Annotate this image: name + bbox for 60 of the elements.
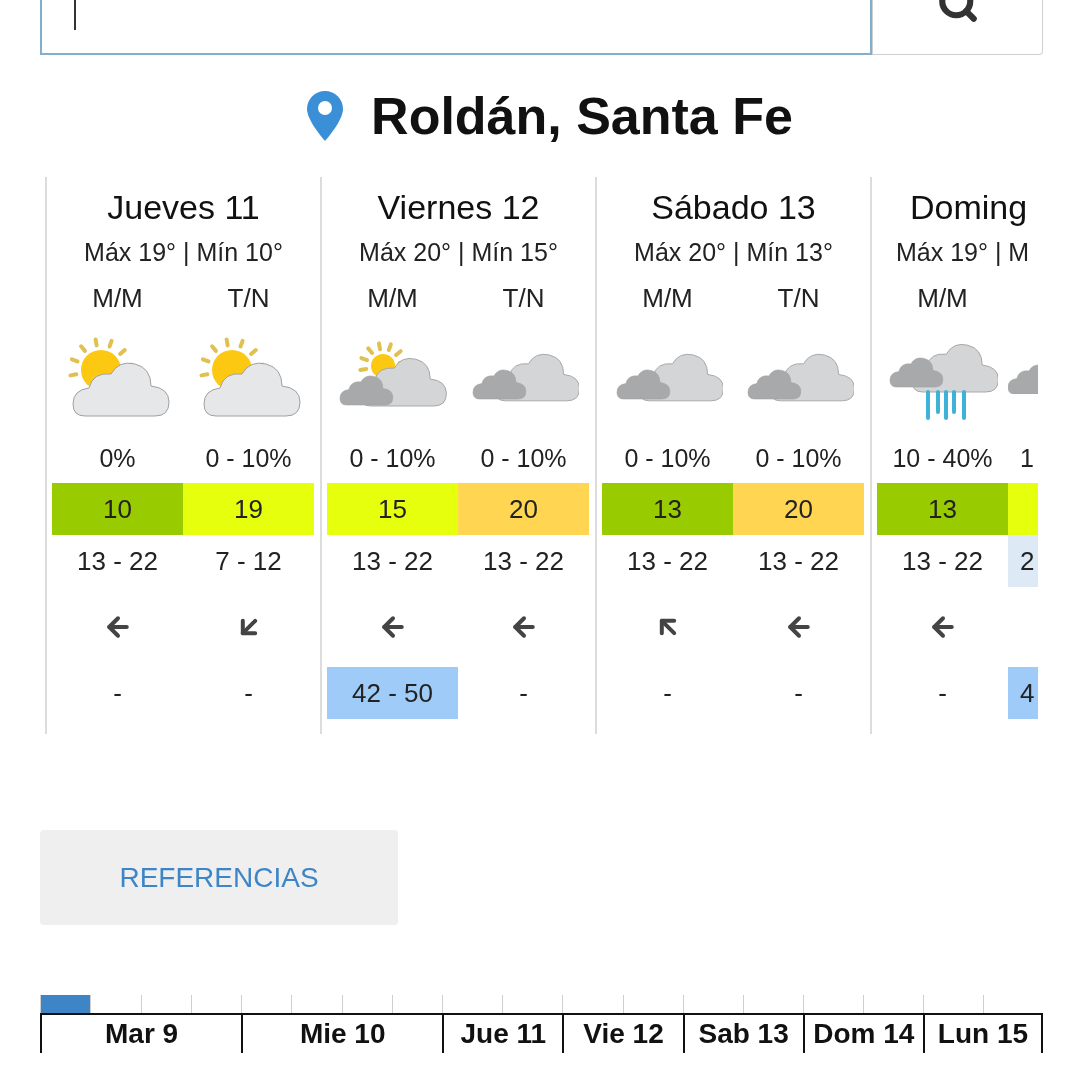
day-title: Viernes 12 (377, 187, 540, 228)
wind-speed-cell: 2 (1008, 535, 1038, 587)
period-label: M/M (642, 281, 693, 315)
timeline-day-label[interactable]: Mie 10 (299, 1013, 386, 1055)
gust-cell-text: - (243, 676, 254, 710)
timeline-position (41, 995, 91, 1013)
cloud-icon (1008, 364, 1038, 394)
period-label: T/N (777, 281, 820, 315)
location-pin-icon (307, 91, 344, 141)
wind-speed-cell-text: 7 - 12 (214, 544, 283, 578)
timeline-day-label[interactable]: Jue 11 (460, 1013, 547, 1055)
index-cell: 15 (327, 483, 458, 535)
timeline-day-label[interactable]: Lun 15 (937, 1013, 1029, 1055)
gust-cell-text: - (937, 676, 948, 710)
gust-cell: 4 (1008, 667, 1038, 719)
index-cell: 13 (602, 483, 733, 535)
index-cell: 20 (458, 483, 589, 535)
precipitation-text: 0 - 10% (624, 443, 711, 475)
wind-speed-cell-text: 13 - 22 (626, 544, 709, 578)
timeline-day-label[interactable]: Sab 13 (698, 1013, 789, 1055)
index-cell: 20 (733, 483, 864, 535)
precipitation-text: 0 - 10% (205, 443, 292, 475)
wind-speed-cell-text: 13 - 22 (482, 544, 565, 578)
wind-speed-cell-text: 13 - 22 (757, 544, 840, 578)
gust-cell-text: - (112, 676, 123, 710)
timeline-day-label[interactable]: Dom 14 (813, 1013, 915, 1055)
precipitation-text: 0 - 10% (349, 443, 436, 475)
period-label: M/M (92, 281, 143, 315)
index-cell: 19 (183, 483, 314, 535)
period-label: T/N (227, 281, 270, 315)
timeline-day-label[interactable]: Mar 9 (105, 1013, 179, 1055)
period-label: M/M (917, 281, 968, 315)
precipitation-text: 0 - 10% (755, 443, 842, 475)
precipitation-text: 1 (1020, 443, 1034, 475)
wind-speed-cell-text: 13 - 22 (76, 544, 159, 578)
index-cell: 13 (877, 483, 1008, 535)
search-field[interactable] (40, 0, 872, 55)
temperature-range: Máx 20° | Mín 15° (359, 237, 558, 269)
temperature-range: Máx 20° | Mín 13° (634, 237, 833, 269)
gust-cell-text: - (793, 676, 804, 710)
day-title: Sábado 13 (651, 187, 816, 228)
temperature-range: Máx 19° | Mín 10° (84, 237, 283, 269)
period-label: T/N (502, 281, 545, 315)
timeline-day-label[interactable]: Vie 12 (583, 1013, 664, 1055)
precipitation-text: 10 - 40% (892, 443, 993, 475)
day-title: Jueves 11 (107, 187, 260, 228)
search-button[interactable] (872, 0, 1043, 55)
wind-speed-cell-text: 13 - 22 (351, 544, 434, 578)
text-cursor (74, 0, 76, 30)
day-title: Doming (910, 187, 1028, 228)
index-cell: 10 (52, 483, 183, 535)
period-label: M/M (367, 281, 418, 315)
precipitation-text: 0% (99, 443, 136, 475)
gust-cell: 42 - 50 (327, 667, 458, 719)
wind-speed-cell-text: 13 - 22 (901, 544, 984, 578)
gust-cell-text: - (518, 676, 529, 710)
temperature-range: Máx 19° | M (896, 237, 1030, 269)
gust-cell-text: - (662, 676, 673, 710)
location-title: Roldán, Santa Fe (371, 86, 793, 147)
precipitation-text: 0 - 10% (480, 443, 567, 475)
